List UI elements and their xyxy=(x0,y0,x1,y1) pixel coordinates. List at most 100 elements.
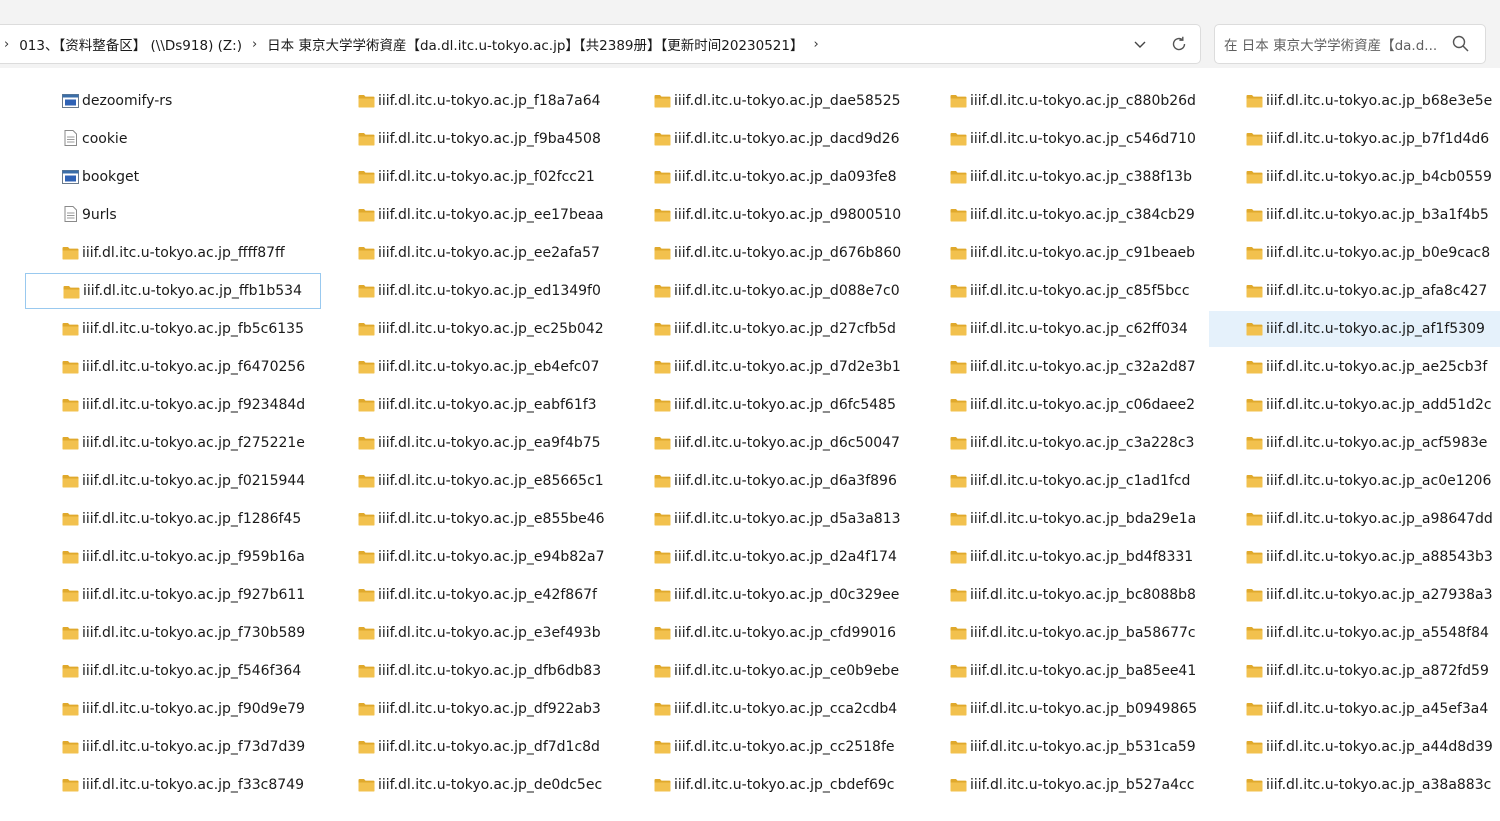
folder-item[interactable]: iiif.dl.itc.u-tokyo.ac.jp_b0949865 xyxy=(913,691,1209,727)
breadcrumb-current-folder[interactable]: 日本 東京大学学術資産【da.dl.itc.u-tokyo.ac.jp】【共23… xyxy=(265,34,805,54)
folder-item[interactable]: iiif.dl.itc.u-tokyo.ac.jp_eb4efc07 xyxy=(321,349,617,385)
folder-item[interactable]: iiif.dl.itc.u-tokyo.ac.jp_f959b16a xyxy=(25,539,321,575)
breadcrumb-lead-chevron-icon[interactable]: › xyxy=(0,37,17,52)
folder-item[interactable]: iiif.dl.itc.u-tokyo.ac.jp_d9800510 xyxy=(617,197,913,233)
folder-item[interactable]: iiif.dl.itc.u-tokyo.ac.jp_ed1349f0 xyxy=(321,273,617,309)
folder-item[interactable]: iiif.dl.itc.u-tokyo.ac.jp_cca2cdb4 xyxy=(617,691,913,727)
folder-item[interactable]: iiif.dl.itc.u-tokyo.ac.jp_eabf61f3 xyxy=(321,387,617,423)
folder-item[interactable]: iiif.dl.itc.u-tokyo.ac.jp_f18a7a64 xyxy=(321,83,617,119)
folder-item[interactable]: iiif.dl.itc.u-tokyo.ac.jp_a88543b3 xyxy=(1209,539,1500,575)
address-history-chevron-down-icon[interactable] xyxy=(1129,24,1151,64)
folder-item[interactable]: iiif.dl.itc.u-tokyo.ac.jp_f02fcc21 xyxy=(321,159,617,195)
folder-item[interactable]: iiif.dl.itc.u-tokyo.ac.jp_dae58525 xyxy=(617,83,913,119)
folder-item[interactable]: iiif.dl.itc.u-tokyo.ac.jp_a98647dd xyxy=(1209,501,1500,537)
folder-item[interactable]: iiif.dl.itc.u-tokyo.ac.jp_b3a1f4b5 xyxy=(1209,197,1500,233)
folder-item[interactable]: iiif.dl.itc.u-tokyo.ac.jp_ac0e1206 xyxy=(1209,463,1500,499)
folder-item[interactable]: iiif.dl.itc.u-tokyo.ac.jp_bda29e1a xyxy=(913,501,1209,537)
folder-item[interactable]: iiif.dl.itc.u-tokyo.ac.jp_f730b589 xyxy=(25,615,321,651)
folder-item[interactable]: iiif.dl.itc.u-tokyo.ac.jp_c388f13b xyxy=(913,159,1209,195)
file-item[interactable]: cookie xyxy=(25,121,321,157)
folder-item[interactable]: iiif.dl.itc.u-tokyo.ac.jp_e85665c1 xyxy=(321,463,617,499)
folder-item[interactable]: iiif.dl.itc.u-tokyo.ac.jp_f923484d xyxy=(25,387,321,423)
folder-item[interactable]: iiif.dl.itc.u-tokyo.ac.jp_da093fe8 xyxy=(617,159,913,195)
folder-item[interactable]: iiif.dl.itc.u-tokyo.ac.jp_bc8088b8 xyxy=(913,577,1209,613)
folder-item[interactable]: iiif.dl.itc.u-tokyo.ac.jp_ea9f4b75 xyxy=(321,425,617,461)
refresh-icon[interactable] xyxy=(1166,24,1192,64)
folder-item[interactable]: iiif.dl.itc.u-tokyo.ac.jp_b68e3e5e xyxy=(1209,83,1500,119)
folder-item[interactable]: iiif.dl.itc.u-tokyo.ac.jp_c1ad1fcd xyxy=(913,463,1209,499)
folder-item[interactable]: iiif.dl.itc.u-tokyo.ac.jp_df7d1c8d xyxy=(321,729,617,765)
folder-item[interactable]: iiif.dl.itc.u-tokyo.ac.jp_d5a3a813 xyxy=(617,501,913,537)
folder-item[interactable]: iiif.dl.itc.u-tokyo.ac.jp_c06daee2 xyxy=(913,387,1209,423)
breadcrumb-separator-chevron-icon[interactable]: › xyxy=(244,37,265,52)
folder-item[interactable]: iiif.dl.itc.u-tokyo.ac.jp_f33c8749 xyxy=(25,767,321,803)
folder-item[interactable]: iiif.dl.itc.u-tokyo.ac.jp_a5548f84 xyxy=(1209,615,1500,651)
folder-item[interactable]: iiif.dl.itc.u-tokyo.ac.jp_af1f5309 xyxy=(1209,311,1500,347)
folder-item[interactable]: iiif.dl.itc.u-tokyo.ac.jp_ba58677c xyxy=(913,615,1209,651)
folder-item[interactable]: iiif.dl.itc.u-tokyo.ac.jp_f1286f45 xyxy=(25,501,321,537)
folder-item[interactable]: iiif.dl.itc.u-tokyo.ac.jp_e42f867f xyxy=(321,577,617,613)
folder-item[interactable]: iiif.dl.itc.u-tokyo.ac.jp_d7d2e3b1 xyxy=(617,349,913,385)
folder-item[interactable]: iiif.dl.itc.u-tokyo.ac.jp_b527a4cc xyxy=(913,767,1209,803)
folder-item[interactable]: iiif.dl.itc.u-tokyo.ac.jp_d6c50047 xyxy=(617,425,913,461)
folder-item[interactable]: iiif.dl.itc.u-tokyo.ac.jp_cfd99016 xyxy=(617,615,913,651)
folder-item[interactable]: iiif.dl.itc.u-tokyo.ac.jp_e3ef493b xyxy=(321,615,617,651)
folder-item[interactable]: iiif.dl.itc.u-tokyo.ac.jp_f6470256 xyxy=(25,349,321,385)
folder-item[interactable]: iiif.dl.itc.u-tokyo.ac.jp_f90d9e79 xyxy=(25,691,321,727)
folder-item[interactable]: iiif.dl.itc.u-tokyo.ac.jp_c546d710 xyxy=(913,121,1209,157)
file-item[interactable]: bookget xyxy=(25,159,321,195)
folder-item[interactable]: iiif.dl.itc.u-tokyo.ac.jp_bd4f8331 xyxy=(913,539,1209,575)
folder-item[interactable]: iiif.dl.itc.u-tokyo.ac.jp_ae25cb3f xyxy=(1209,349,1500,385)
folder-item[interactable]: iiif.dl.itc.u-tokyo.ac.jp_c880b26d xyxy=(913,83,1209,119)
folder-item[interactable]: iiif.dl.itc.u-tokyo.ac.jp_d6fc5485 xyxy=(617,387,913,423)
folder-item[interactable]: iiif.dl.itc.u-tokyo.ac.jp_c85f5bcc xyxy=(913,273,1209,309)
folder-item[interactable]: iiif.dl.itc.u-tokyo.ac.jp_dfb6db83 xyxy=(321,653,617,689)
folder-item[interactable]: iiif.dl.itc.u-tokyo.ac.jp_f9ba4508 xyxy=(321,121,617,157)
folder-item[interactable]: iiif.dl.itc.u-tokyo.ac.jp_e94b82a7 xyxy=(321,539,617,575)
folder-item[interactable]: iiif.dl.itc.u-tokyo.ac.jp_c91beaeb xyxy=(913,235,1209,271)
folder-item[interactable]: iiif.dl.itc.u-tokyo.ac.jp_c3a228c3 xyxy=(913,425,1209,461)
folder-item[interactable]: iiif.dl.itc.u-tokyo.ac.jp_e855be46 xyxy=(321,501,617,537)
folder-item[interactable]: iiif.dl.itc.u-tokyo.ac.jp_a38a883c xyxy=(1209,767,1500,803)
file-item[interactable]: dezoomify-rs xyxy=(25,83,321,119)
folder-item[interactable]: iiif.dl.itc.u-tokyo.ac.jp_ee17beaa xyxy=(321,197,617,233)
folder-item[interactable]: iiif.dl.itc.u-tokyo.ac.jp_b0e9cac8 xyxy=(1209,235,1500,271)
file-item[interactable]: 9urls xyxy=(25,197,321,233)
file-list-view[interactable]: dezoomify-rs iiif.dl.itc.u-tokyo.ac.jp_f1… xyxy=(0,68,1500,821)
breadcrumb-trailing-chevron-icon[interactable]: › xyxy=(805,37,826,52)
folder-item[interactable]: iiif.dl.itc.u-tokyo.ac.jp_cc2518fe xyxy=(617,729,913,765)
folder-item[interactable]: iiif.dl.itc.u-tokyo.ac.jp_c32a2d87 xyxy=(913,349,1209,385)
folder-item[interactable]: iiif.dl.itc.u-tokyo.ac.jp_a45ef3a4 xyxy=(1209,691,1500,727)
folder-item[interactable]: iiif.dl.itc.u-tokyo.ac.jp_cbdef69c xyxy=(617,767,913,803)
folder-item[interactable]: iiif.dl.itc.u-tokyo.ac.jp_ee2afa57 xyxy=(321,235,617,271)
folder-item[interactable]: iiif.dl.itc.u-tokyo.ac.jp_de0dc5ec xyxy=(321,767,617,803)
folder-item[interactable]: iiif.dl.itc.u-tokyo.ac.jp_ce0b9ebe xyxy=(617,653,913,689)
folder-item[interactable]: iiif.dl.itc.u-tokyo.ac.jp_d2a4f174 xyxy=(617,539,913,575)
folder-item[interactable]: iiif.dl.itc.u-tokyo.ac.jp_d676b860 xyxy=(617,235,913,271)
folder-item[interactable]: iiif.dl.itc.u-tokyo.ac.jp_d27cfb5d xyxy=(617,311,913,347)
folder-item[interactable]: iiif.dl.itc.u-tokyo.ac.jp_acf5983e xyxy=(1209,425,1500,461)
folder-item[interactable]: iiif.dl.itc.u-tokyo.ac.jp_d0c329ee xyxy=(617,577,913,613)
folder-item[interactable]: iiif.dl.itc.u-tokyo.ac.jp_c62ff034 xyxy=(913,311,1209,347)
folder-item[interactable]: iiif.dl.itc.u-tokyo.ac.jp_c384cb29 xyxy=(913,197,1209,233)
breadcrumb-drive[interactable]: 013、【资料整备区】 (\\Ds918) (Z:) xyxy=(17,34,244,54)
folder-item[interactable]: iiif.dl.itc.u-tokyo.ac.jp_f546f364 xyxy=(25,653,321,689)
search-icon[interactable] xyxy=(1451,34,1471,54)
folder-item[interactable]: iiif.dl.itc.u-tokyo.ac.jp_b4cb0559 xyxy=(1209,159,1500,195)
folder-item[interactable]: iiif.dl.itc.u-tokyo.ac.jp_b7f1d4d6 xyxy=(1209,121,1500,157)
folder-item[interactable]: iiif.dl.itc.u-tokyo.ac.jp_afa8c427 xyxy=(1209,273,1500,309)
folder-item[interactable]: iiif.dl.itc.u-tokyo.ac.jp_add51d2c xyxy=(1209,387,1500,423)
folder-item[interactable]: iiif.dl.itc.u-tokyo.ac.jp_ec25b042 xyxy=(321,311,617,347)
folder-item[interactable]: iiif.dl.itc.u-tokyo.ac.jp_dacd9d26 xyxy=(617,121,913,157)
folder-item[interactable]: iiif.dl.itc.u-tokyo.ac.jp_fb5c6135 xyxy=(25,311,321,347)
folder-item[interactable]: iiif.dl.itc.u-tokyo.ac.jp_a44d8d39 xyxy=(1209,729,1500,765)
folder-item[interactable]: iiif.dl.itc.u-tokyo.ac.jp_f0215944 xyxy=(25,463,321,499)
folder-item[interactable]: iiif.dl.itc.u-tokyo.ac.jp_ba85ee41 xyxy=(913,653,1209,689)
folder-item[interactable]: iiif.dl.itc.u-tokyo.ac.jp_a27938a3 xyxy=(1209,577,1500,613)
address-bar[interactable]: › 013、【资料整备区】 (\\Ds918) (Z:) › 日本 東京大学学術… xyxy=(0,24,1201,64)
folder-item[interactable]: iiif.dl.itc.u-tokyo.ac.jp_a872fd59 xyxy=(1209,653,1500,689)
folder-item[interactable]: iiif.dl.itc.u-tokyo.ac.jp_f927b611 xyxy=(25,577,321,613)
folder-item[interactable]: iiif.dl.itc.u-tokyo.ac.jp_df922ab3 xyxy=(321,691,617,727)
folder-item[interactable]: iiif.dl.itc.u-tokyo.ac.jp_ffff87ff xyxy=(25,235,321,271)
folder-item[interactable]: iiif.dl.itc.u-tokyo.ac.jp_f73d7d39 xyxy=(25,729,321,765)
